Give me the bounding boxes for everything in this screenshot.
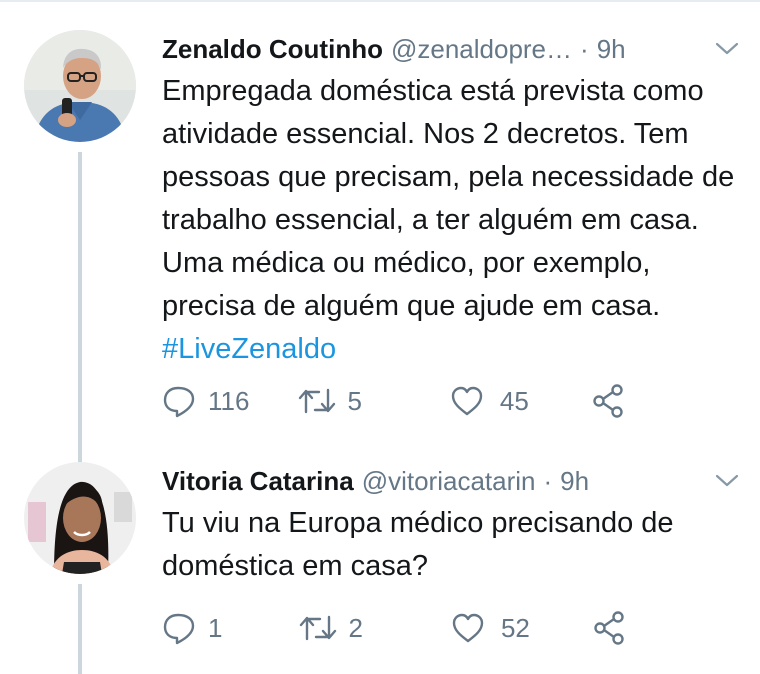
tweet-header: Vitoria Catarina @vitoriacatarin · 9h <box>162 462 742 500</box>
tweet-content: Zenaldo Coutinho @zenaldopre… · 9h Empre… <box>162 30 742 371</box>
retweet-count: 2 <box>348 612 363 643</box>
tweet-text: Empregada doméstica está prevista como a… <box>162 70 742 371</box>
tweet-actions: 116 5 45 <box>162 383 627 419</box>
chevron-down-icon[interactable] <box>712 34 742 64</box>
share-button[interactable] <box>592 610 628 646</box>
retweet-icon <box>298 613 338 643</box>
retweet-icon <box>297 386 337 416</box>
thread-connector <box>78 584 82 674</box>
tweet-thread: Zenaldo Coutinho @zenaldopre… · 9h Empre… <box>0 2 760 674</box>
like-icon <box>450 385 484 417</box>
tweet[interactable]: Zenaldo Coutinho @zenaldopre… · 9h Empre… <box>0 30 760 464</box>
like-button[interactable]: 52 <box>451 612 530 644</box>
reply-count: 1 <box>208 612 223 643</box>
reply-button[interactable]: 1 <box>162 611 222 645</box>
reply-icon <box>162 611 196 645</box>
hashtag-link[interactable]: #LiveZenaldo <box>162 333 336 365</box>
timestamp[interactable]: 9h <box>560 462 589 500</box>
author-name[interactable]: Vitoria Catarina <box>162 462 354 500</box>
tweet-header: Zenaldo Coutinho @zenaldopre… · 9h <box>162 30 742 68</box>
separator-dot: · <box>580 34 589 64</box>
chevron-down-icon[interactable] <box>712 466 742 496</box>
tweet[interactable]: Vitoria Catarina @vitoriacatarin · 9h Tu… <box>0 462 760 674</box>
author-handle[interactable]: @zenaldopre… <box>391 30 572 68</box>
reply-icon <box>162 384 196 418</box>
reply-button[interactable]: 116 <box>162 384 249 418</box>
share-button[interactable] <box>591 383 627 419</box>
timestamp[interactable]: 9h <box>597 30 626 68</box>
tweet-body: Empregada doméstica está prevista como a… <box>162 75 735 322</box>
author-name[interactable]: Zenaldo Coutinho <box>162 30 383 68</box>
avatar[interactable] <box>24 462 136 574</box>
thread-connector <box>78 152 82 464</box>
tweet-content: Vitoria Catarina @vitoriacatarin · 9h Tu… <box>162 462 742 588</box>
like-icon <box>451 612 485 644</box>
retweet-button[interactable]: 5 <box>297 385 362 417</box>
like-button[interactable]: 45 <box>450 385 529 417</box>
share-icon <box>591 383 627 419</box>
retweet-button[interactable]: 2 <box>298 612 363 644</box>
retweet-count: 5 <box>347 385 362 416</box>
avatar[interactable] <box>24 30 136 142</box>
reply-count: 116 <box>208 385 250 416</box>
author-handle[interactable]: @vitoriacatarin <box>362 462 536 500</box>
like-count: 52 <box>500 612 530 643</box>
tweet-actions: 1 2 52 <box>162 610 628 646</box>
share-icon <box>592 610 628 646</box>
tweet-text: Tu viu na Europa médico precisando de do… <box>162 502 742 588</box>
like-count: 45 <box>499 385 529 416</box>
separator-dot: · <box>543 466 553 496</box>
tweet-body: Tu viu na Europa médico precisando de do… <box>162 507 674 582</box>
